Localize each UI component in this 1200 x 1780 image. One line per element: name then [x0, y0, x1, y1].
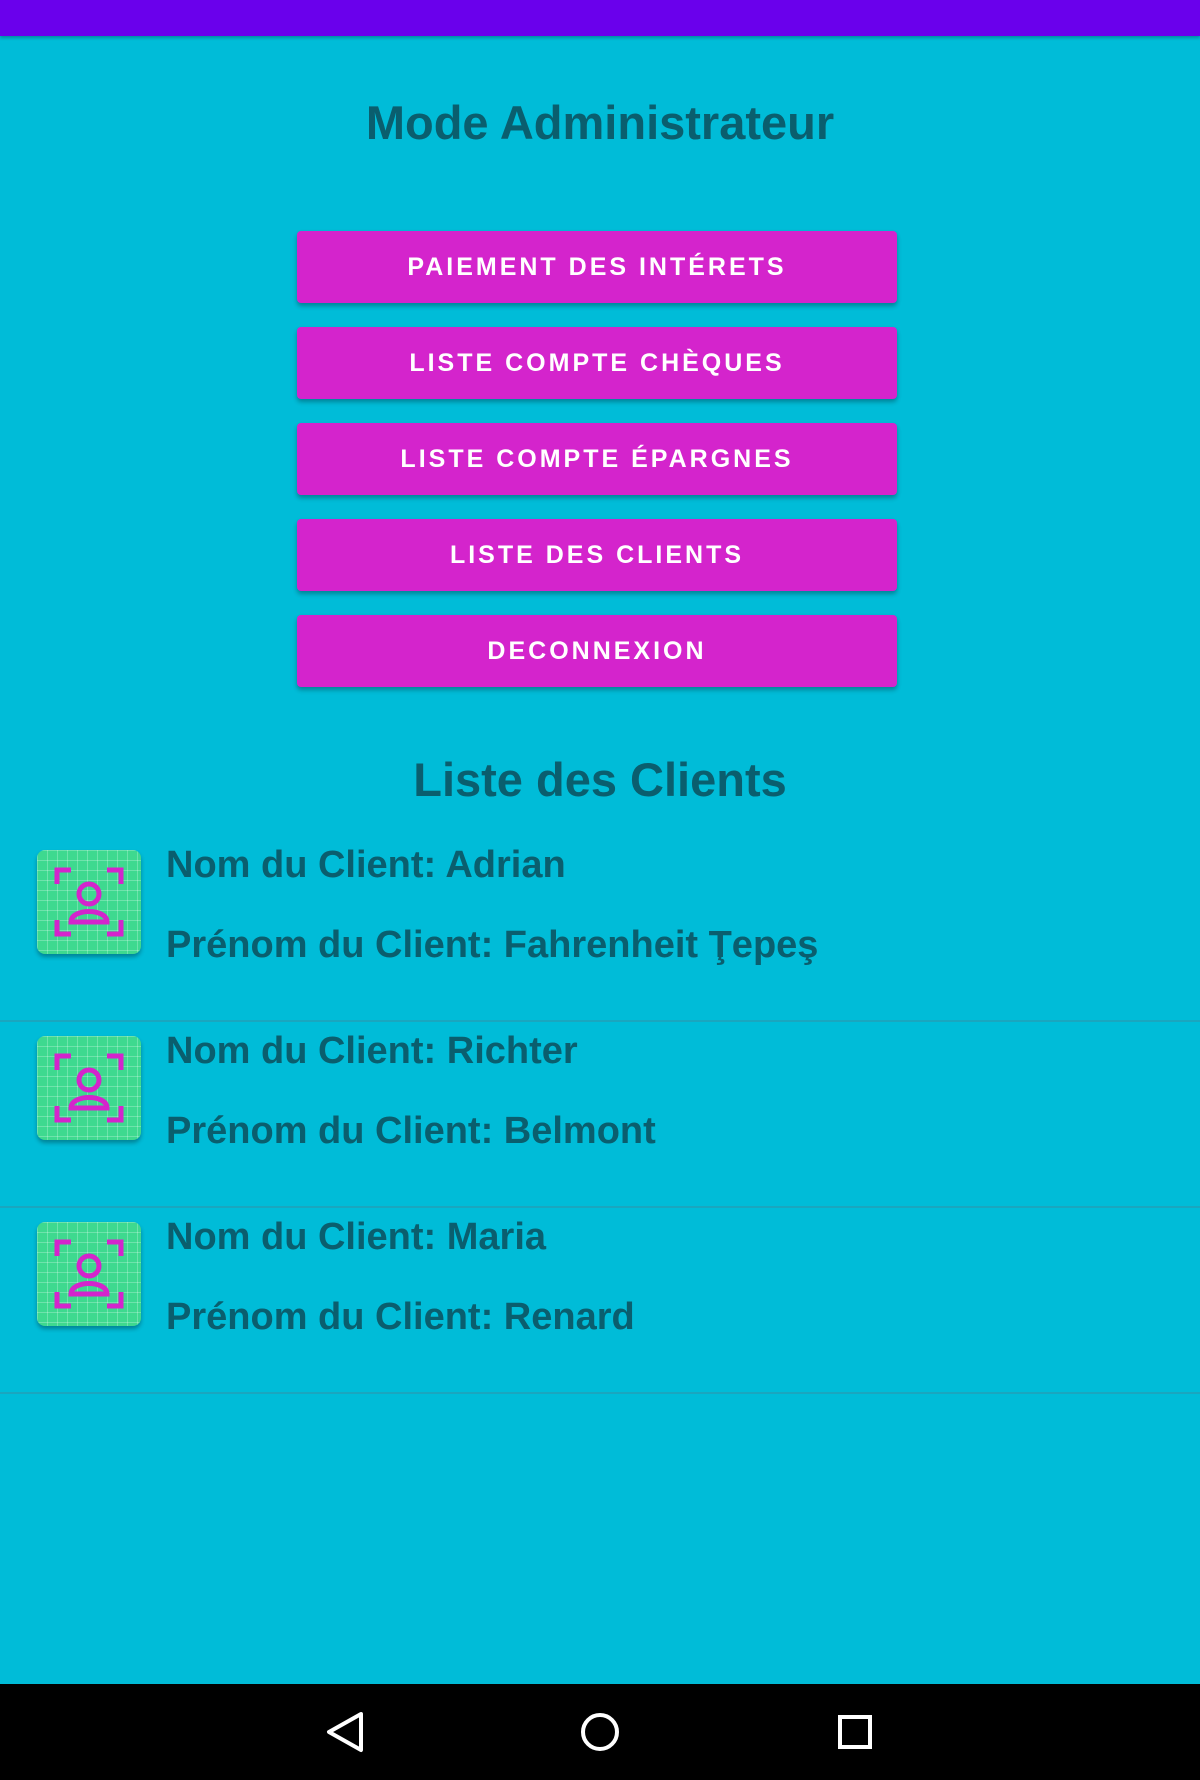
interest-payment-button[interactable]: PAIEMENT DES INTÉRETS — [297, 231, 897, 303]
triangle-back-icon[interactable] — [317, 1704, 373, 1760]
clients-list-button[interactable]: LISTE DES CLIENTS — [297, 519, 897, 591]
savings-accounts-button[interactable]: LISTE COMPTE ÉPARGNES — [297, 423, 897, 495]
clients-section-title: Liste des Clients — [413, 753, 787, 806]
logout-button[interactable]: DECONNEXION — [297, 615, 897, 687]
square-recents-icon[interactable] — [827, 1704, 883, 1760]
client-last-name: Nom du Client: Adrian — [166, 844, 566, 886]
client-last-name: Nom du Client: Richter — [166, 1030, 578, 1072]
circle-home-icon[interactable] — [572, 1704, 628, 1760]
client-row[interactable]: Nom du Client: Richter Prénom du Client:… — [0, 1022, 1200, 1208]
system-navigation-bar — [0, 1684, 1200, 1780]
client-list: Nom du Client: Adrian Prénom du Client: … — [0, 836, 1200, 1394]
person-focus-icon — [37, 850, 141, 954]
person-focus-icon — [37, 1036, 141, 1140]
client-first-name: Prénom du Client: Fahrenheit Ţepeş — [166, 924, 819, 966]
status-bar — [0, 0, 1200, 36]
client-row[interactable]: Nom du Client: Maria Prénom du Client: R… — [0, 1208, 1200, 1394]
checking-accounts-button[interactable]: LISTE COMPTE CHÈQUES — [297, 327, 897, 399]
page-title: Mode Administrateur — [365, 96, 835, 149]
client-first-name: Prénom du Client: Renard — [166, 1296, 635, 1338]
client-row[interactable]: Nom du Client: Adrian Prénom du Client: … — [0, 836, 1200, 1022]
admin-menu: PAIEMENT DES INTÉRETS LISTE COMPTE CHÈQU… — [297, 231, 897, 687]
client-first-name: Prénom du Client: Belmont — [166, 1110, 656, 1152]
person-focus-icon — [37, 1222, 141, 1326]
client-last-name: Nom du Client: Maria — [166, 1216, 547, 1258]
